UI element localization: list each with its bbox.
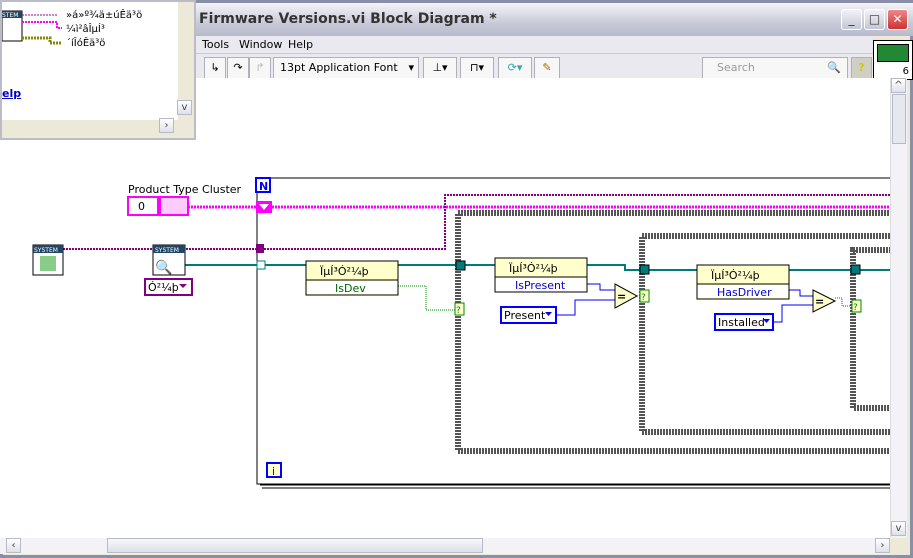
system-badge: STEM [2,12,18,19]
scroll-down-button[interactable]: v [891,521,906,536]
property-node-hasdriver[interactable]: ÏµÍ³Ó²¼þ HasDriver [696,264,790,300]
hardware-ring-value: Ó²¼þ [148,281,179,294]
equal-label: = [617,290,626,303]
scroll-right-button[interactable]: › [875,538,890,553]
installed-value: Installed [718,316,765,329]
selector-label: ? [853,303,858,313]
equal-label: = [815,295,824,308]
refnum-tunnel [850,264,861,275]
context-help-window[interactable]: STEM »á»º¾ä±úÊä³ö ¼ì²âÎµÍ³ ´íÎóÊä³ö elp … [0,0,196,140]
vertical-scrollbar[interactable]: ^ v [890,78,907,538]
node-title: ÏµÍ³Ó²¼þ [320,265,369,278]
node-title: ÏµÍ³Ó²¼þ [711,269,760,282]
horizontal-scrollbar[interactable]: ‹ › [0,538,890,554]
selector-label: ? [456,306,461,316]
system-badge: SYSTEM [155,247,179,254]
equal-node[interactable]: = [812,289,837,313]
system-config-icon [40,256,56,271]
node-title: ÏµÍ³Ó²¼þ [509,262,558,275]
for-loop[interactable] [256,177,898,485]
output-label: ¼ì²âÎµÍ³ [66,24,105,35]
output-label: »á»º¾ä±úÊä³ö [66,10,143,21]
vertical-scroll-thumb[interactable] [892,94,906,144]
magnifier-icon: 🔍 [155,258,172,276]
system-find-hardware-node[interactable]: SYSTEM 🔍 [152,244,186,276]
case-structure-isdev[interactable] [455,210,901,454]
context-help-content: STEM »á»º¾ä±úÊä³ö ¼ì²âÎµÍ³ ´íÎóÊä³ö elp [2,2,178,120]
cluster-label: Product Type Cluster [128,183,242,196]
cluster-constant[interactable] [159,196,189,216]
system-badge: SYSTEM [34,247,58,254]
selector-label: ? [641,293,646,303]
horizontal-scroll-thumb[interactable] [107,538,483,553]
refnum-tunnel [455,260,466,271]
scroll-left-button[interactable]: ‹ [6,538,21,553]
scroll-down-button[interactable]: v [177,100,192,115]
equal-node[interactable]: = [614,283,639,309]
property-node-isdev[interactable]: ÏµÍ³Ó²¼þ IsDev [305,260,399,296]
property-label: HasDriver [717,286,772,299]
error-tunnel [256,244,264,253]
numeric-value: 0 [138,200,145,213]
isdev-bool-wire[interactable] [398,285,458,311]
scroll-right-button[interactable]: › [159,118,174,133]
refnum-tunnel [256,260,266,270]
output-label: ´íÎóÊä³ö [66,38,106,49]
system-icon-left[interactable]: SYSTEM [32,244,64,276]
loop-index-label: i [272,465,275,478]
property-node-ispresent[interactable]: ÏµÍ³Ó²¼þ IsPresent [494,257,588,293]
scroll-up-button[interactable]: ^ [891,78,906,93]
detailed-help-link[interactable]: elp [2,87,21,100]
loop-count-label: N [259,180,268,193]
refnum-tunnel [639,264,650,275]
present-value: Present [504,309,546,322]
property-label: IsPresent [515,279,566,292]
property-label: IsDev [335,282,366,295]
